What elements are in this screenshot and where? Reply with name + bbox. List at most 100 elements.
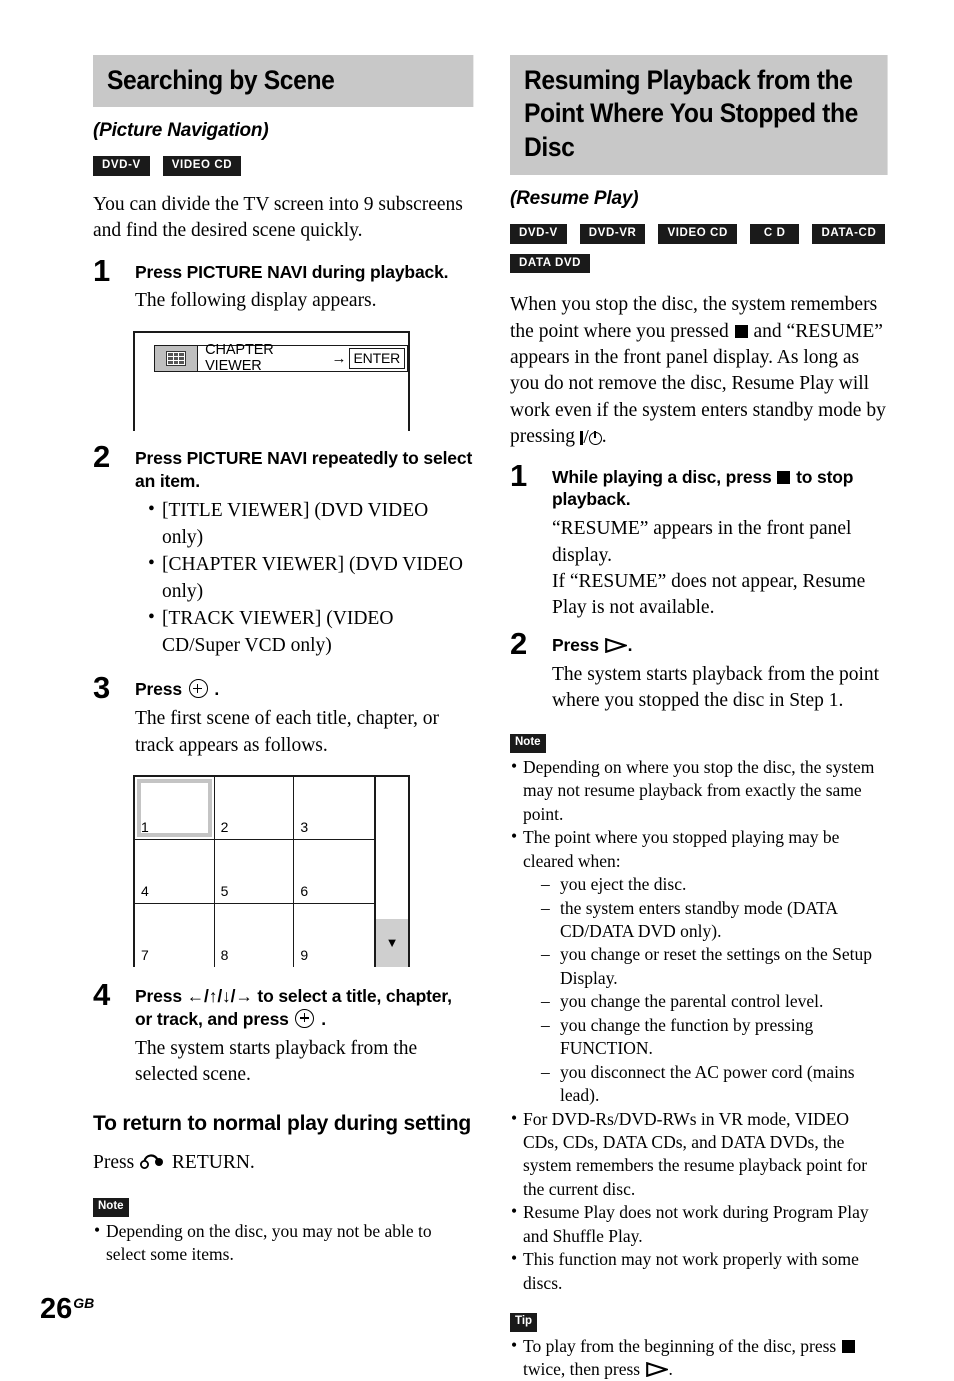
step-bullet-list: [TITLE VIEWER] (DVD VIDEO only) [CHAPTER… [135, 498, 473, 659]
return-section-heading: To return to normal play during setting [93, 1110, 473, 1137]
grid-cell[interactable]: 8 [215, 904, 295, 967]
grid-cell-number: 5 [221, 883, 229, 899]
tip-badge: Tip [510, 1313, 537, 1332]
grid-cell[interactable]: 4 [135, 840, 215, 903]
left-step-3: 3 Press . The first scene of each title,… [93, 678, 473, 759]
stop-button-icon [842, 1340, 855, 1353]
left-step-1: 1 Press PICTURE NAVI during playback. Th… [93, 261, 473, 315]
step-number: 2 [93, 441, 110, 472]
step-title: Press ←/↑/↓/→ to select a title, chapter… [135, 985, 473, 1031]
left-section-heading: Searching by Scene [93, 55, 473, 107]
disc-badge-dvd-v: DVD-V [510, 224, 567, 244]
grid-cells: 1 2 3 4 5 6 7 8 9 [135, 777, 374, 967]
step-body-line-1: “RESUME” appears in the front panel disp… [552, 516, 888, 569]
step-title: Press PICTURE NAVI repeatedly to select … [135, 447, 473, 493]
right-note-block: Note Depending on where you stop the dis… [510, 732, 888, 1295]
grid-cell-number: 6 [300, 883, 308, 899]
note-badge: Note [93, 1198, 129, 1217]
step-number: 2 [510, 628, 527, 659]
osd-chapter-viewer-row: CHAPTER VIEWER → ENTER [154, 345, 408, 372]
step-body: The first scene of each title, chapter, … [135, 706, 473, 759]
right-column: Resuming Playback from the Point Where Y… [510, 55, 888, 1381]
stop-button-icon [735, 325, 748, 338]
step-number: 3 [93, 672, 110, 703]
sub-list-item: you disconnect the AC power cord (mains … [540, 1061, 888, 1108]
scroll-down-arrow-icon[interactable]: ▼ [376, 919, 408, 967]
grid-cell[interactable]: 6 [294, 840, 374, 903]
left-step-4: 4 Press ←/↑/↓/→ to select a title, chapt… [93, 985, 473, 1088]
tip-text-after: . [669, 1359, 673, 1379]
list-item: Depending on the disc, you may not be ab… [93, 1220, 473, 1267]
right-section-heading: Resuming Playback from the Point Where Y… [510, 55, 888, 175]
list-item-text: The point where you stopped playing may … [523, 827, 839, 870]
return-icon [140, 1153, 166, 1171]
step-body: The system starts playback from the poin… [552, 662, 888, 715]
page-number: 26GB [40, 1295, 94, 1324]
direction-keys-icon: ←/↑/↓/→ [187, 986, 253, 1006]
step-title-text-after: . [214, 679, 219, 699]
note-sub-list: you eject the disc. the system enters st… [540, 873, 888, 1107]
left-intro-paragraph: You can divide the TV screen into 9 subs… [93, 192, 473, 245]
osd-label: CHAPTER VIEWER [198, 346, 331, 371]
left-step-2: 2 Press PICTURE NAVI repeatedly to selec… [93, 447, 473, 659]
step-title-text-before: Press [135, 986, 182, 1006]
enter-button-icon [295, 1009, 314, 1028]
grid-cell[interactable]: 7 [135, 904, 215, 967]
right-intro-paragraph: When you stop the disc, the system remem… [510, 292, 888, 452]
stop-button-icon [777, 471, 790, 484]
grid-cell[interactable]: 2 [215, 777, 295, 840]
enter-button-icon [189, 679, 208, 698]
list-item: To play from the beginning of the disc, … [510, 1335, 888, 1381]
disc-badge-data-dvd: DATA DVD [510, 254, 590, 274]
sub-list-item: you change the function by pressing FUNC… [540, 1014, 888, 1061]
play-button-icon [646, 1362, 668, 1377]
return-text-before: Press [93, 1152, 134, 1173]
tip-text-before: To play from the beginning of the disc, … [523, 1336, 836, 1356]
step-title: Press PICTURE NAVI during playback. [135, 261, 473, 284]
grid-cell[interactable]: 3 [294, 777, 374, 840]
grid-cell-number: 4 [141, 883, 149, 899]
step-body: The following display appears. [135, 288, 473, 314]
grid-cell-number: 3 [300, 819, 308, 835]
right-disc-badges: DVD-V DVD-VR VIDEO CD C D DATA-CD DATA D… [510, 224, 888, 273]
grid-cell[interactable]: 1 [135, 777, 215, 840]
step-body: The system starts playback from the sele… [135, 1036, 473, 1089]
step-body-line-2: If “RESUME” does not appear, Resume Play… [552, 569, 888, 622]
tip-list: To play from the beginning of the disc, … [510, 1335, 888, 1381]
grid-cell-number: 1 [141, 819, 149, 835]
list-item: [TRACK VIEWER] (VIDEO CD/Super VCD only) [148, 606, 473, 659]
step-number: 1 [510, 460, 527, 491]
grid-cell[interactable]: 9 [294, 904, 374, 967]
disc-badge-video-cd: VIDEO CD [658, 224, 736, 244]
tv-display-illustration: CHAPTER VIEWER → ENTER [133, 331, 410, 431]
right-step-1: 1 While playing a disc, press to stop pl… [510, 466, 888, 622]
grid-cell[interactable]: 5 [215, 840, 295, 903]
list-item: Resume Play does not work during Program… [510, 1201, 888, 1248]
sub-list-item: you eject the disc. [540, 873, 888, 896]
step-title-text-before: Press [135, 679, 182, 699]
disc-badge-video-cd: VIDEO CD [163, 156, 241, 176]
disc-badge-dvd-v: DVD-V [93, 156, 150, 176]
step-title: Press . [552, 634, 888, 657]
osd-icon-cell [155, 346, 198, 371]
step-title-text-before: Press [552, 635, 599, 655]
manual-page: Searching by Scene (Picture Navigation) … [0, 0, 954, 1352]
chapter-viewer-icon [166, 351, 186, 366]
left-note-block: Note Depending on the disc, you may not … [93, 1196, 473, 1266]
grid-scrollbar[interactable]: ▼ [374, 777, 408, 967]
list-item: The point where you stopped playing may … [510, 826, 888, 1107]
left-section-subheading: (Picture Navigation) [93, 120, 473, 142]
right-section-subheading: (Resume Play) [510, 188, 888, 210]
step-title: While playing a disc, press to stop play… [552, 466, 888, 512]
step-title-text-before: While playing a disc, press [552, 467, 772, 487]
page-number-value: 26 [40, 1293, 72, 1325]
grid-cell-number: 8 [221, 947, 229, 963]
disc-badge-dvd-vr: DVD-VR [580, 224, 646, 244]
return-text-after: RETURN. [172, 1152, 255, 1173]
page-region-suffix: GB [73, 1295, 94, 1311]
sub-list-item: you change the parental control level. [540, 990, 888, 1013]
play-button-icon [605, 638, 627, 653]
step-title: Press . [135, 678, 473, 701]
left-column: Searching by Scene (Picture Navigation) … [93, 55, 473, 1266]
grid-cell-number: 9 [300, 947, 308, 963]
